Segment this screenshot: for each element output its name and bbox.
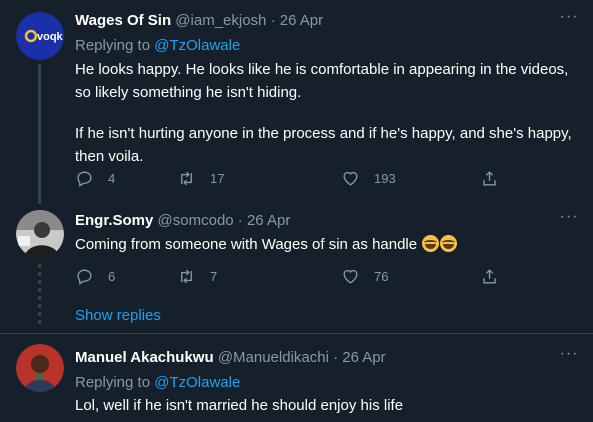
user-handle[interactable]: @somcodo: [158, 212, 234, 229]
tweet-wages-of-sin[interactable]: voqk Wages Of Sin @iam_ekjosh · 26 Apr R…: [0, 0, 593, 204]
replying-to: Replying to @TzOlawale: [75, 373, 579, 392]
like-button[interactable]: 76: [341, 265, 388, 287]
show-replies-link[interactable]: Show replies: [75, 307, 161, 324]
tweet-text: Coming from someone with Wages of sin as…: [75, 233, 579, 256]
retweet-icon: [181, 269, 192, 283]
separator-dot: ·: [237, 212, 243, 229]
replying-to-label: Replying to: [75, 374, 151, 391]
reply-icon: [77, 170, 92, 187]
reply-icon: [77, 268, 92, 285]
display-name[interactable]: Manuel Akachukwu: [75, 349, 214, 366]
share-button[interactable]: [480, 265, 499, 287]
voqk-logo-icon: voqk: [16, 12, 64, 60]
tweet-date[interactable]: 26 Apr: [342, 349, 385, 366]
retweet-icon: [181, 171, 192, 185]
reply-button[interactable]: 4: [75, 167, 115, 189]
more-icon[interactable]: ···: [559, 8, 579, 28]
avatar[interactable]: [16, 344, 64, 392]
avatar[interactable]: [16, 210, 64, 258]
like-button[interactable]: 193: [341, 167, 396, 189]
share-button[interactable]: [480, 167, 499, 189]
like-count: 193: [374, 170, 396, 186]
tweet-text-line: then voila.: [75, 148, 144, 165]
tweet-actions: 4 17 193: [75, 167, 515, 189]
share-icon: [483, 170, 496, 186]
tweet-actions: 6 7 76: [75, 265, 515, 287]
display-name[interactable]: Engr.Somy: [75, 212, 153, 229]
rofl-emoji-icon: [440, 235, 458, 252]
tweet-text: He looks happy. He looks like he is comf…: [75, 58, 579, 168]
more-icon[interactable]: ···: [559, 208, 579, 228]
retweet-button[interactable]: 17: [177, 167, 224, 189]
tweet-date[interactable]: 26 Apr: [280, 12, 323, 29]
tweet-text-line: Coming from someone with Wages of sin as…: [75, 236, 418, 253]
like-icon: [343, 269, 358, 284]
tweet-header: Manuel Akachukwu @Manueldikachi · 26 Apr: [75, 348, 579, 367]
display-name[interactable]: Wages Of Sin: [75, 12, 171, 29]
tweet-manuel-akachukwu[interactable]: Manuel Akachukwu @Manueldikachi · 26 Apr…: [0, 334, 593, 422]
rofl-emoji-icon: [422, 235, 440, 252]
avatar[interactable]: voqk: [16, 12, 64, 60]
more-icon[interactable]: ···: [559, 345, 579, 365]
retweet-button[interactable]: 7: [177, 265, 217, 287]
replying-to-label: Replying to: [75, 37, 151, 54]
svg-text:voqk: voqk: [37, 31, 64, 43]
mention-link[interactable]: @TzOlawale: [154, 37, 240, 54]
reply-count: 4: [108, 170, 116, 186]
user-handle[interactable]: @iam_ekjosh: [175, 12, 266, 29]
tweet-date[interactable]: 26 Apr: [247, 212, 290, 229]
conversation-thread: voqk Wages Of Sin @iam_ekjosh · 26 Apr R…: [0, 0, 593, 422]
like-count: 76: [374, 268, 389, 284]
user-photo-icon: [16, 344, 64, 392]
like-icon: [343, 171, 358, 186]
thread-connector: [38, 264, 41, 326]
tweet-header: Engr.Somy @somcodo · 26 Apr: [75, 211, 579, 230]
thread-connector: [38, 64, 41, 204]
tweet-text-line: Lol, well if he isn't married he should …: [75, 397, 404, 414]
user-handle[interactable]: @Manueldikachi: [218, 349, 329, 366]
tweet-engr-somy[interactable]: Engr.Somy @somcodo · 26 Apr Coming from …: [0, 200, 593, 333]
tweet-text-line: He looks happy. He looks like he is comf…: [75, 61, 569, 78]
reply-count: 6: [108, 268, 116, 284]
replying-to: Replying to @TzOlawale: [75, 36, 579, 55]
separator-dot: ·: [270, 12, 276, 29]
separator-dot: ·: [333, 349, 339, 366]
user-photo-icon: [16, 210, 64, 258]
retweet-count: 7: [210, 268, 218, 284]
tweet-text: Lol, well if he isn't married he should …: [75, 394, 579, 417]
tweet-header: Wages Of Sin @iam_ekjosh · 26 Apr: [75, 11, 579, 30]
tweet-text-line: If he isn't hurting anyone in the proces…: [75, 125, 572, 142]
share-icon: [483, 268, 496, 284]
retweet-count: 17: [210, 170, 225, 186]
tweet-text-line: so likely something he isn't hiding.: [75, 84, 302, 101]
mention-link[interactable]: @TzOlawale: [154, 374, 240, 391]
reply-button[interactable]: 6: [75, 265, 115, 287]
